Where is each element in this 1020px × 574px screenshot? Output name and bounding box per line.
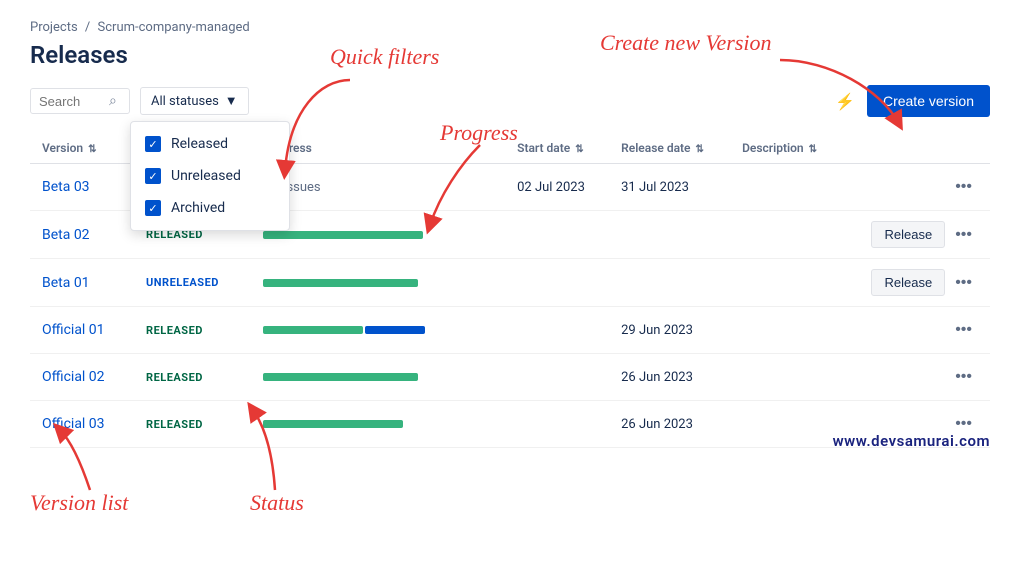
description (730, 164, 842, 211)
col-description[interactable]: Description ⇅ (730, 133, 842, 164)
release-date: 26 Jun 2023 (609, 401, 730, 448)
unreleased-checkbox[interactable] (145, 168, 161, 184)
description-sort-icon: ⇅ (809, 144, 817, 155)
release-button[interactable]: Release (871, 221, 945, 248)
filter-dropdown[interactable]: All statuses ▼ (140, 87, 249, 115)
table-row: Beta 01 UNRELEASED Release••• (30, 259, 990, 307)
start-date (505, 307, 609, 354)
actions-cell: ••• (854, 174, 978, 200)
annotation-version-list: Version list (30, 490, 128, 516)
toolbar: ⌕ All statuses ▼ Released Unreleased Arc… (30, 85, 990, 117)
description (730, 401, 842, 448)
search-box[interactable]: ⌕ (30, 88, 130, 114)
start-date (505, 259, 609, 307)
actions-cell: Release••• (854, 269, 978, 296)
col-actions (842, 133, 990, 164)
breadcrumb: Projects / Scrum-company-managed (30, 20, 990, 35)
search-input[interactable] (39, 94, 109, 109)
release-button[interactable]: Release (871, 269, 945, 296)
create-version-button[interactable]: Create version (867, 85, 990, 117)
more-options-button[interactable]: ••• (949, 270, 978, 296)
version-link[interactable]: Official 02 (42, 369, 105, 385)
filter-archived[interactable]: Archived (131, 192, 289, 224)
more-options-button[interactable]: ••• (949, 317, 978, 343)
chevron-down-icon: ▼ (225, 93, 238, 109)
progress-bar (263, 279, 463, 287)
actions-cell: ••• (854, 364, 978, 390)
status-badge: RELEASED (140, 416, 209, 433)
release-date (609, 259, 730, 307)
status-filter-menu: Released Unreleased Archived (130, 121, 290, 231)
progress-segment (365, 326, 425, 334)
version-link[interactable]: Beta 02 (42, 227, 90, 243)
release-date-sort-icon: ⇅ (696, 144, 704, 155)
description (730, 259, 842, 307)
progress-segment (263, 373, 418, 381)
search-icon: ⌕ (109, 93, 117, 109)
status-badge: RELEASED (140, 369, 209, 386)
actions-cell: ••• (854, 317, 978, 343)
start-date-sort-icon: ⇅ (575, 144, 583, 155)
status-badge: RELEASED (140, 322, 209, 339)
released-checkbox[interactable] (145, 136, 161, 152)
release-date: 31 Jul 2023 (609, 164, 730, 211)
version-link[interactable]: Beta 01 (42, 275, 90, 291)
filter-released[interactable]: Released (131, 128, 289, 160)
filter-unreleased[interactable]: Unreleased (131, 160, 289, 192)
progress-segment (263, 279, 418, 287)
start-date (505, 401, 609, 448)
start-date (505, 354, 609, 401)
release-date (609, 211, 730, 259)
page-title: Releases (30, 41, 990, 69)
progress-bar (263, 373, 463, 381)
breadcrumb-project[interactable]: Scrum-company-managed (98, 20, 250, 35)
watermark: www.devsamurai.com (833, 432, 990, 450)
col-release-date[interactable]: Release date ⇅ (609, 133, 730, 164)
filter-unreleased-label: Unreleased (171, 168, 241, 184)
table-row: Official 02 RELEASED 26 Jun 2023 ••• (30, 354, 990, 401)
col-version[interactable]: Version ⇅ (30, 133, 128, 164)
progress-segment (263, 326, 363, 334)
description (730, 307, 842, 354)
progress-segment (263, 231, 423, 239)
release-date: 26 Jun 2023 (609, 354, 730, 401)
status-badge: UNRELEASED (140, 274, 225, 291)
start-date (505, 211, 609, 259)
more-options-button[interactable]: ••• (949, 174, 978, 200)
actions-cell: Release••• (854, 221, 978, 248)
progress-bar (263, 231, 463, 239)
breadcrumb-projects[interactable]: Projects (30, 20, 78, 35)
version-link[interactable]: Official 03 (42, 416, 105, 432)
version-link[interactable]: Beta 03 (42, 179, 90, 195)
filter-label: All statuses (151, 94, 219, 109)
filter-archived-label: Archived (171, 200, 225, 216)
description (730, 354, 842, 401)
more-options-button[interactable]: ••• (949, 222, 978, 248)
archived-checkbox[interactable] (145, 200, 161, 216)
more-options-button[interactable]: ••• (949, 364, 978, 390)
version-sort-icon: ⇅ (88, 144, 96, 155)
progress-bar (263, 326, 463, 334)
version-link[interactable]: Official 01 (42, 322, 105, 338)
annotation-status: Status (250, 490, 304, 516)
progress-segment (263, 420, 403, 428)
col-start-date[interactable]: Start date ⇅ (505, 133, 609, 164)
progress-bar (263, 420, 463, 428)
filter-released-label: Released (171, 136, 228, 152)
start-date: 02 Jul 2023 (505, 164, 609, 211)
table-row: Official 01 RELEASED 29 Jun 2023 ••• (30, 307, 990, 354)
description (730, 211, 842, 259)
lightning-icon: ⚡ (835, 92, 855, 111)
release-date: 29 Jun 2023 (609, 307, 730, 354)
